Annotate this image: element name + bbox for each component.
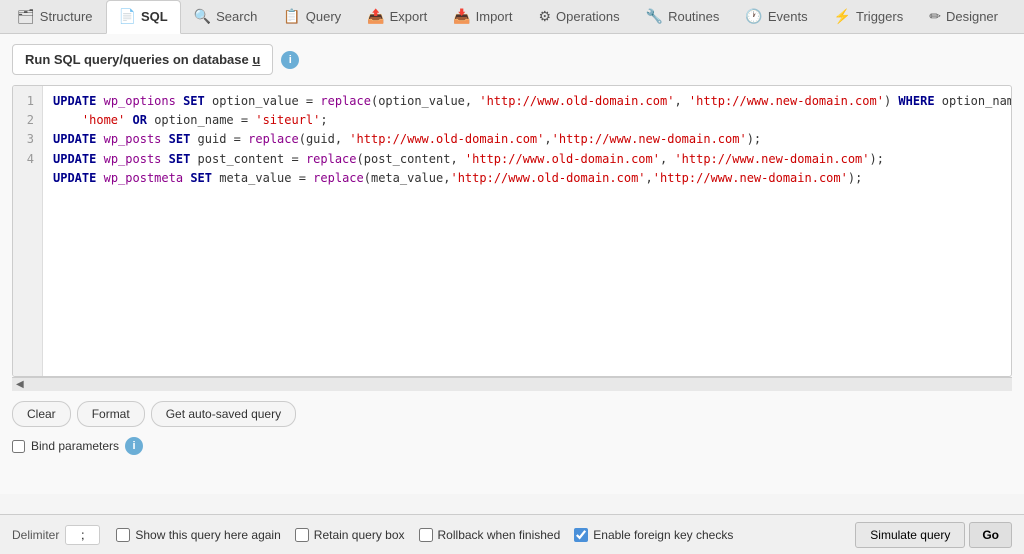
foreign-key-label[interactable]: Enable foreign key checks [574,528,733,542]
tab-triggers-label: Triggers [856,9,903,24]
tab-query[interactable]: 📋 Query [270,0,354,34]
export-icon: 📤 [367,8,384,25]
tab-designer-label: Designer [946,9,998,24]
tab-triggers[interactable]: ⚡ Triggers [821,0,917,34]
bind-params-text: Bind parameters [31,439,119,453]
operations-icon: ⚙ [538,8,551,25]
search-icon: 🔍 [194,8,211,25]
bind-params-info-icon[interactable]: i [125,437,143,455]
clear-button[interactable]: Clear [12,401,71,427]
query-title-prefix: Run SQL query/queries on database [25,52,252,67]
line-numbers: 1234 [13,86,43,376]
tab-routines-label: Routines [668,9,719,24]
delimiter-label: Delimiter [12,528,59,542]
simulate-button[interactable]: Simulate query [855,522,965,548]
query-title-bar: Run SQL query/queries on database u [12,44,273,75]
tab-search-label: Search [216,9,257,24]
tab-bar: 🗂 Structure 📄 SQL 🔍 Search 📋 Query 📤 Exp… [0,0,1024,34]
footer-checkboxes: Show this query here again Retain query … [116,528,839,542]
tab-sql-label: SQL [141,9,168,24]
header-info-icon[interactable]: i [281,51,299,69]
tab-sql[interactable]: 📄 SQL [106,0,181,34]
foreign-key-text: Enable foreign key checks [593,528,733,542]
sql-editor-wrapper: 1234 UPDATE wp_options SET option_value … [12,85,1012,377]
show-query-label[interactable]: Show this query here again [116,528,280,542]
tab-operations[interactable]: ⚙ Operations [525,0,632,34]
triggers-icon: ⚡ [834,8,851,25]
bind-params-label[interactable]: Bind parameters [31,439,119,453]
tab-search[interactable]: 🔍 Search [181,0,271,34]
tab-structure-label: Structure [40,9,93,24]
retain-query-text: Retain query box [314,528,405,542]
main-content: Run SQL query/queries on database u i 12… [0,34,1024,494]
show-query-text: Show this query here again [135,528,280,542]
rollback-text: Rollback when finished [438,528,561,542]
routines-icon: 🔧 [646,8,663,25]
retain-query-checkbox[interactable] [295,528,309,542]
delimiter-group: Delimiter [12,525,100,545]
query-header: Run SQL query/queries on database u i [12,44,1012,75]
format-button[interactable]: Format [77,401,145,427]
button-bar: Clear Format Get auto-saved query [12,401,1012,427]
bind-params-checkbox[interactable] [12,440,25,453]
import-icon: 📥 [453,8,470,25]
go-button[interactable]: Go [969,522,1012,548]
retain-query-label[interactable]: Retain query box [295,528,405,542]
tab-query-label: Query [306,9,341,24]
tab-events[interactable]: 🕐 Events [732,0,820,34]
auto-saved-button[interactable]: Get auto-saved query [151,401,296,427]
rollback-checkbox[interactable] [419,528,433,542]
scroll-left-arrow: ◀ [16,379,24,390]
scroll-indicator: ◀ [12,377,1012,391]
events-icon: 🕐 [745,8,762,25]
tab-designer[interactable]: ✏ Designer [916,0,1011,34]
sql-editor[interactable]: UPDATE wp_options SET option_value = rep… [43,86,1011,376]
bind-params-row: Bind parameters i [12,437,1012,455]
query-icon: 📋 [283,8,300,25]
tab-import[interactable]: 📥 Import [440,0,525,34]
footer-bar: Delimiter Show this query here again Ret… [0,514,1024,554]
designer-icon: ✏ [929,8,941,25]
show-query-checkbox[interactable] [116,528,130,542]
query-db-name: u [252,52,260,67]
tab-structure[interactable]: 🗂 Structure [4,0,106,34]
tab-routines[interactable]: 🔧 Routines [633,0,733,34]
footer-actions: Simulate query Go [855,522,1012,548]
tab-export-label: Export [390,9,428,24]
foreign-key-checkbox[interactable] [574,528,588,542]
structure-icon: 🗂 [17,8,35,25]
tab-events-label: Events [768,9,808,24]
rollback-label[interactable]: Rollback when finished [419,528,561,542]
tab-operations-label: Operations [556,9,620,24]
sql-icon: 📄 [119,8,136,25]
tab-export[interactable]: 📤 Export [354,0,440,34]
tab-import-label: Import [476,9,513,24]
delimiter-input[interactable] [65,525,100,545]
